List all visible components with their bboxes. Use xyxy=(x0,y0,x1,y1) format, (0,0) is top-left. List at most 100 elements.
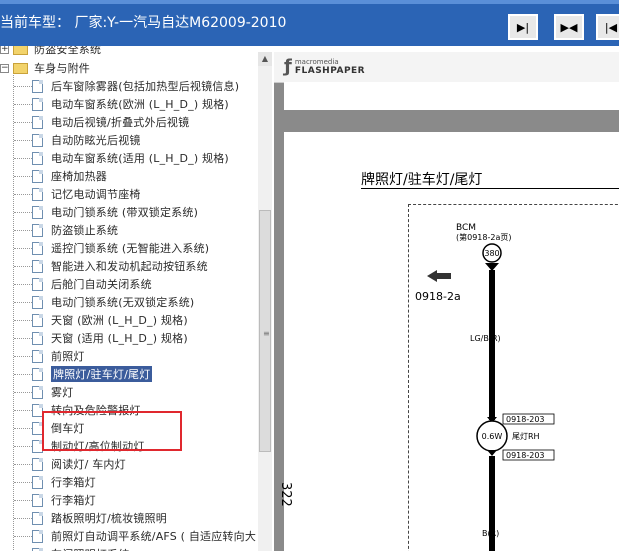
scroll-thumb[interactable]: ≡ xyxy=(259,210,271,452)
document-icon xyxy=(32,295,43,309)
tree-connector xyxy=(14,536,32,537)
title-bar-strip xyxy=(0,0,619,4)
tree-scrollbar[interactable]: ▲ ≡ xyxy=(258,52,272,551)
prev-page-button[interactable]: |◀ xyxy=(596,14,619,40)
logo-bottom-text: FLASHPAPER xyxy=(294,65,366,76)
document-icon xyxy=(32,385,43,399)
tree-item-label: 电动后视镜/折叠式外后视镜 xyxy=(51,116,190,129)
bulb-label: 尾灯RH xyxy=(512,431,540,441)
tree-item[interactable]: 行李箱灯 xyxy=(32,491,96,509)
tree-item-label: 记忆电动调节座椅 xyxy=(51,188,141,201)
tree-item[interactable]: 电动门锁系统 (带双锁定系统) xyxy=(32,203,198,221)
tree-connector xyxy=(14,158,32,159)
tree-item[interactable]: 踏板照明灯/梳妆镜照明 xyxy=(32,509,167,527)
bulb-rating: 0.6W xyxy=(482,432,503,441)
tree-item[interactable]: 行李箱灯 xyxy=(32,473,96,491)
tree-item[interactable]: 后车窗除雾器(包括加热型后视镜信息) xyxy=(32,77,239,95)
tree-item-label: 天窗 (适用 (L_H_D_) 规格) xyxy=(51,332,188,345)
fit-page-button[interactable]: ▶◀ xyxy=(554,14,584,40)
tree-item[interactable]: 牌照灯/驻车灯/尾灯 xyxy=(32,365,153,383)
tree-item-label: 阅读灯/ 车内灯 xyxy=(51,458,126,471)
tree-parent-row[interactable]: + 防盗安全系统 xyxy=(0,46,101,58)
vehicle-title: 当前车型： 厂家:Y-一汽马自达M62009-2010 xyxy=(0,15,287,31)
ref-arrow-icon xyxy=(427,270,451,282)
tree-item[interactable]: 车门照明灯系统 xyxy=(32,545,129,551)
next-page-button[interactable]: ▶| xyxy=(508,14,538,40)
collapse-icon[interactable]: − xyxy=(0,63,9,73)
tree-item[interactable]: 阅读灯/ 车内灯 xyxy=(32,455,126,473)
document-icon xyxy=(32,547,43,551)
tree-connector xyxy=(14,356,32,357)
document-icon xyxy=(32,223,43,237)
previous-page xyxy=(284,82,619,110)
logo-top-text: macromedia xyxy=(294,57,339,66)
tree-connector xyxy=(14,140,32,141)
document-icon xyxy=(32,529,43,543)
document-icon xyxy=(32,313,43,327)
tree-item[interactable]: 智能进入和发动机起动按钮系统 xyxy=(32,257,208,275)
tree-item-label: 电动门锁系统 (带双锁定系统) xyxy=(51,206,199,219)
document-icon xyxy=(32,169,43,183)
tree-guide-line xyxy=(13,66,14,551)
tree-item-label: 后车窗除雾器(包括加热型后视镜信息) xyxy=(51,80,240,93)
tree-item[interactable]: 电动车窗系统(适用 (L_H_D_) 规格) xyxy=(32,149,229,167)
tree-item[interactable]: 前照灯 xyxy=(32,347,85,365)
tree-connector xyxy=(14,104,32,105)
tree-item-label: 遥控门锁系统 (无智能进入系统) xyxy=(51,242,210,255)
tree-item-label: 行李箱灯 xyxy=(51,494,96,507)
tree-item[interactable]: 遥控门锁系统 (无智能进入系统) xyxy=(32,239,209,257)
tree-item[interactable]: 电动门锁系统(无双锁定系统) xyxy=(32,293,194,311)
document-icon xyxy=(32,475,43,489)
tree-item-label: 踏板照明灯/梳妆镜照明 xyxy=(51,512,167,525)
tree-item[interactable]: 电动后视镜/折叠式外后视镜 xyxy=(32,113,189,131)
tree-item-label: 前照灯自动调平系统/AFS ( 自适应转向大 xyxy=(51,530,257,543)
tree-item[interactable]: 雾灯 xyxy=(32,383,73,401)
document-icon xyxy=(32,205,43,219)
tree-connector xyxy=(14,428,32,429)
tree-item[interactable]: 天窗 (适用 (L_H_D_) 规格) xyxy=(32,329,188,347)
wire-bottom-label: B(R) xyxy=(482,529,499,538)
document-icon xyxy=(32,133,43,147)
tree-connector xyxy=(14,374,32,375)
tree-item-label: 防盗锁止系统 xyxy=(51,224,119,237)
tree-connector xyxy=(14,230,32,231)
tree-item[interactable]: 自动防眩光后视镜 xyxy=(32,131,141,149)
document-icon xyxy=(32,367,43,381)
document-icon xyxy=(32,79,43,93)
tree-item[interactable]: 电动车窗系统(欧洲 (L_H_D_) 规格) xyxy=(32,95,229,113)
document-viewer[interactable]: ƒ macromedia FLASHPAPER 牌照灯/驻车灯/尾灯 322 B… xyxy=(274,52,619,551)
connector-bottom-label: 0918-203 xyxy=(506,451,545,460)
tree-connector xyxy=(14,266,32,267)
document-icon xyxy=(32,457,43,471)
ref-arrow-label: 0918-2a xyxy=(415,290,461,303)
tree-connector xyxy=(14,500,32,501)
tree-item[interactable]: 前照灯自动调平系统/AFS ( 自适应转向大 xyxy=(32,527,256,545)
tree-item[interactable]: 记忆电动调节座椅 xyxy=(32,185,141,203)
tree-item-label: 行李箱灯 xyxy=(51,476,96,489)
document-icon xyxy=(32,331,43,345)
connector-bottom-icon xyxy=(487,450,497,456)
tree-item-label: 座椅加热器 xyxy=(51,170,107,183)
tree-folder-label: 车身与附件 xyxy=(34,62,90,75)
tree-item[interactable]: 天窗 (欧洲 (L_H_D_) 规格) xyxy=(32,311,188,329)
tree-folder-row[interactable]: − 车身与附件 xyxy=(0,59,90,77)
tree-item-label: 电动车窗系统(欧洲 (L_H_D_) 规格) xyxy=(51,98,229,111)
tree-item-label: 电动车窗系统(适用 (L_H_D_) 规格) xyxy=(51,152,229,165)
tree-connector xyxy=(14,410,32,411)
pin-number: 380 xyxy=(484,249,499,258)
tree-item-label: 自动防眩光后视镜 xyxy=(51,134,141,147)
scroll-grip-icon: ≡ xyxy=(263,329,270,338)
tree-item[interactable]: 座椅加热器 xyxy=(32,167,107,185)
tree-connector xyxy=(14,392,32,393)
document-icon xyxy=(32,349,43,363)
tree-connector xyxy=(14,302,32,303)
tree-item-label: 牌照灯/驻车灯/尾灯 xyxy=(51,366,153,382)
tree-connector xyxy=(14,446,32,447)
flashpaper-f-icon: ƒ xyxy=(284,56,292,77)
scroll-up-icon[interactable]: ▲ xyxy=(258,52,272,66)
tree-item[interactable]: 防盗锁止系统 xyxy=(32,221,118,239)
expand-icon[interactable]: + xyxy=(0,46,9,54)
tree-item[interactable]: 后舱门自动关闭系统 xyxy=(32,275,152,293)
document-icon xyxy=(32,151,43,165)
folder-icon xyxy=(13,46,28,55)
